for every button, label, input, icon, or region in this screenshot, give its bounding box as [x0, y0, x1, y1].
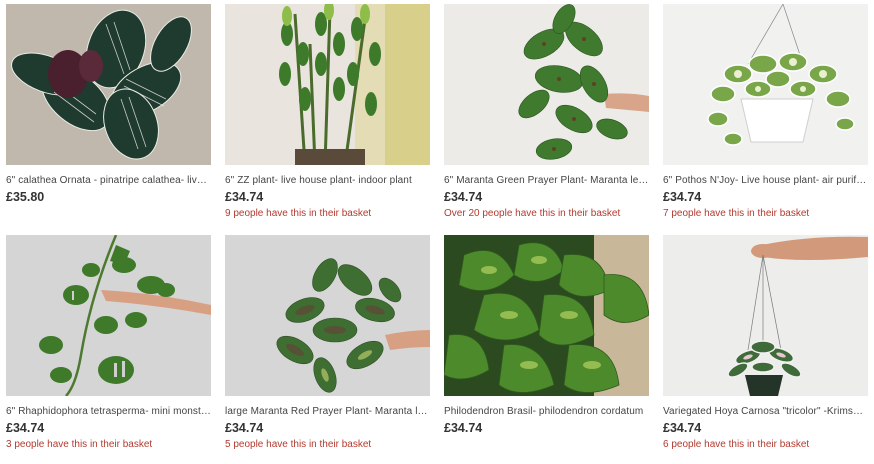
listing-title[interactable]: 6" Rhaphidophora tetrasperma- mini monst…: [6, 406, 211, 418]
listing-card[interactable]: Philodendron Brasil- philodendron cordat…: [444, 235, 649, 435]
listing-image[interactable]: [225, 235, 430, 396]
listing-image[interactable]: [6, 4, 211, 165]
listing-title[interactable]: 6" ZZ plant- live house plant- indoor pl…: [225, 175, 430, 187]
listing-card[interactable]: Variegated Hoya Carnosa "tricolor" -Krim…: [663, 235, 868, 451]
listing-price: £34.74: [6, 421, 45, 435]
listing-card[interactable]: 6" Maranta Green Prayer Plant- Maranta l…: [444, 4, 649, 220]
basket-count-notice: 3 people have this in their basket: [6, 439, 153, 450]
listing-price: £34.74: [663, 421, 702, 435]
basket-count-notice: 9 people have this in their basket: [225, 208, 372, 219]
listing-card[interactable]: 6" ZZ plant- live house plant- indoor pl…: [225, 4, 430, 220]
listing-price: £35.80: [6, 190, 45, 204]
listing-title[interactable]: large Maranta Red Prayer Plant- Maranta …: [225, 406, 430, 418]
listing-image[interactable]: [6, 235, 211, 396]
listing-image[interactable]: [663, 235, 868, 396]
listing-title[interactable]: 6" Pothos N'Joy- Live house plant- air p…: [663, 175, 868, 187]
listing-card[interactable]: 6" Pothos N'Joy- Live house plant- air p…: [663, 4, 868, 220]
listing-image[interactable]: [225, 4, 430, 165]
listing-image[interactable]: [444, 4, 649, 165]
basket-count-notice: 5 people have this in their basket: [225, 439, 372, 450]
listing-price: £34.74: [225, 190, 264, 204]
listing-title[interactable]: Variegated Hoya Carnosa "tricolor" -Krim…: [663, 406, 868, 418]
listing-price: £34.74: [444, 421, 483, 435]
listing-grid: 6" calathea Ornata - pinatripe calathea-…: [0, 0, 874, 464]
basket-count-notice: 6 people have this in their basket: [663, 439, 810, 450]
listing-image[interactable]: [444, 235, 649, 396]
listing-title[interactable]: 6" Maranta Green Prayer Plant- Maranta l…: [444, 175, 649, 187]
listing-price: £34.74: [663, 190, 702, 204]
listing-title[interactable]: 6" calathea Ornata - pinatripe calathea-…: [6, 175, 211, 187]
listing-card[interactable]: 6" calathea Ornata - pinatripe calathea-…: [6, 4, 211, 204]
basket-count-notice: 7 people have this in their basket: [663, 208, 810, 219]
basket-count-notice: Over 20 people have this in their basket: [444, 208, 621, 219]
listing-title[interactable]: Philodendron Brasil- philodendron cordat…: [444, 406, 649, 418]
listing-card[interactable]: large Maranta Red Prayer Plant- Maranta …: [225, 235, 430, 451]
listing-card[interactable]: 6" Rhaphidophora tetrasperma- mini monst…: [6, 235, 211, 451]
listing-image[interactable]: [663, 4, 868, 165]
listing-price: £34.74: [444, 190, 483, 204]
listing-price: £34.74: [225, 421, 264, 435]
